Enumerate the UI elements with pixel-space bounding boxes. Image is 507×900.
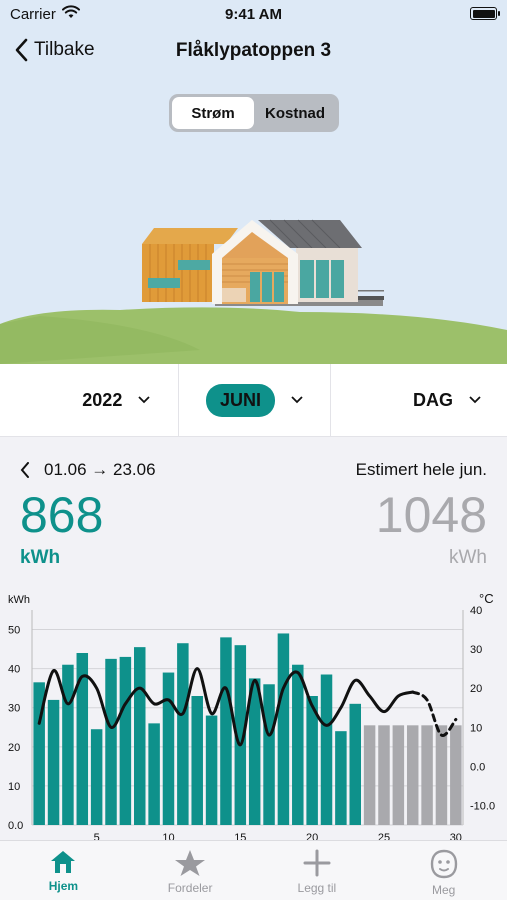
y-right-tick-label: 0.0 (470, 761, 485, 773)
previous-period-button[interactable] (20, 462, 30, 478)
y-left-tick-label: 20 (8, 742, 20, 754)
bar-actual (177, 643, 189, 825)
house-illustration (0, 219, 507, 364)
back-button[interactable]: Tilbake (14, 38, 95, 62)
segment-cost[interactable]: Kostnad (254, 97, 336, 129)
temperature-forecast-line (411, 690, 458, 737)
tab-me-label: Meg (431, 883, 456, 897)
bar-actual (162, 672, 175, 825)
bar-estimate (363, 725, 376, 825)
segment-power[interactable]: Strøm (172, 97, 254, 129)
hero-header: Carrier 9:41 AM Tilbake Flåklypatoppen 3… (0, 0, 507, 364)
year-picker[interactable]: 2022 (0, 364, 180, 436)
y-right-tick-label: 20 (470, 683, 482, 695)
estimate-label: Estimert hele jun. (355, 460, 487, 479)
plus-icon (303, 849, 331, 877)
chevron-down-icon (469, 396, 481, 404)
bar-actual (277, 633, 290, 825)
tab-add-label: Legg til (297, 881, 337, 895)
bar-actual (292, 664, 304, 825)
y-left-tick-label: 30 (8, 703, 20, 715)
date-range-label: 01.06 → 23.06 (44, 460, 156, 479)
status-bar: Carrier 9:41 AM (0, 0, 507, 30)
consumption-chart: kWh °C 0.0 10 20 30 40 50 -10.0 0.0 10 20 30 40 5 10 1… (0, 585, 507, 845)
y-right-unit-label: °C (479, 591, 494, 606)
segment-control: Strøm Kostnad (169, 94, 339, 132)
bar-actual (47, 699, 60, 825)
back-label: Tilbake (34, 39, 95, 60)
home-icon (51, 851, 76, 873)
bar-estimate (378, 725, 390, 825)
bar-actual (90, 729, 103, 825)
y-right-tick-label: 30 (470, 644, 482, 656)
bar-actual (76, 653, 89, 825)
year-value: 2022 (82, 389, 123, 410)
estimated-consumption-value: 1048 (375, 487, 487, 543)
bar-actual (220, 637, 232, 825)
battery-icon (470, 7, 500, 20)
tab-add[interactable]: Legg til (254, 841, 381, 900)
navigation-bar: Tilbake Flåklypatoppen 3 (0, 38, 507, 68)
date-range: 01.06 → 23.06 (20, 460, 156, 480)
y-left-tick-label: 10 (8, 781, 20, 793)
bar-estimate (392, 725, 405, 825)
bar-actual (205, 715, 218, 825)
tab-benefits-label: Fordeler (167, 881, 213, 895)
estimate-unit: kWh (449, 547, 487, 568)
bar-actual (349, 703, 361, 825)
period-pickers: 2022 JUNI DAG (0, 364, 507, 437)
month-picker[interactable]: JUNI (179, 364, 331, 436)
tab-home[interactable]: Hjem (0, 841, 127, 900)
y-right-tick-label: 40 (470, 605, 482, 617)
tab-benefits[interactable]: Fordeler (127, 841, 254, 900)
bar-actual (148, 723, 160, 825)
tab-bar: Hjem Fordeler Legg til Meg (0, 840, 507, 900)
chevron-left-icon (15, 38, 28, 62)
month-value: JUNI (205, 383, 275, 417)
bar-estimate (421, 725, 433, 825)
chevron-down-icon (291, 396, 303, 404)
y-right-tick-label: -10.0 (470, 800, 495, 812)
actual-unit: kWh (20, 547, 61, 568)
granularity-value: DAG (412, 389, 453, 410)
bar-actual (105, 658, 117, 825)
tab-me[interactable]: Meg (380, 841, 507, 900)
bar-estimate (435, 725, 448, 825)
granularity-picker[interactable]: DAG (331, 364, 507, 436)
y-left-tick-label: 0.0 (8, 820, 23, 832)
actual-consumption-value: 868 (20, 487, 104, 543)
bar-actual (335, 731, 347, 825)
clock: 9:41 AM (225, 6, 282, 23)
y-right-tick-label: 10 (470, 722, 482, 734)
bar-actual (134, 647, 146, 825)
tab-home-label: Hjem (48, 879, 79, 893)
bar-actual (263, 684, 275, 825)
y-left-tick-label: 40 (8, 664, 20, 676)
consumption-chart-svg: kWh °C 0.01020304050-10.00.0102030405 10 1… (8, 591, 495, 844)
chevron-down-icon (138, 396, 150, 404)
bar-estimate (450, 725, 462, 825)
bar-actual (119, 656, 132, 825)
bar-actual (191, 696, 203, 825)
y-left-tick-label: 50 (8, 625, 20, 637)
y-left-unit-label: kWh (8, 594, 30, 606)
bar-actual (320, 674, 333, 825)
bar-actual (62, 664, 74, 825)
face-icon (430, 849, 457, 879)
bar-estimate (406, 725, 419, 825)
star-icon (175, 850, 206, 876)
